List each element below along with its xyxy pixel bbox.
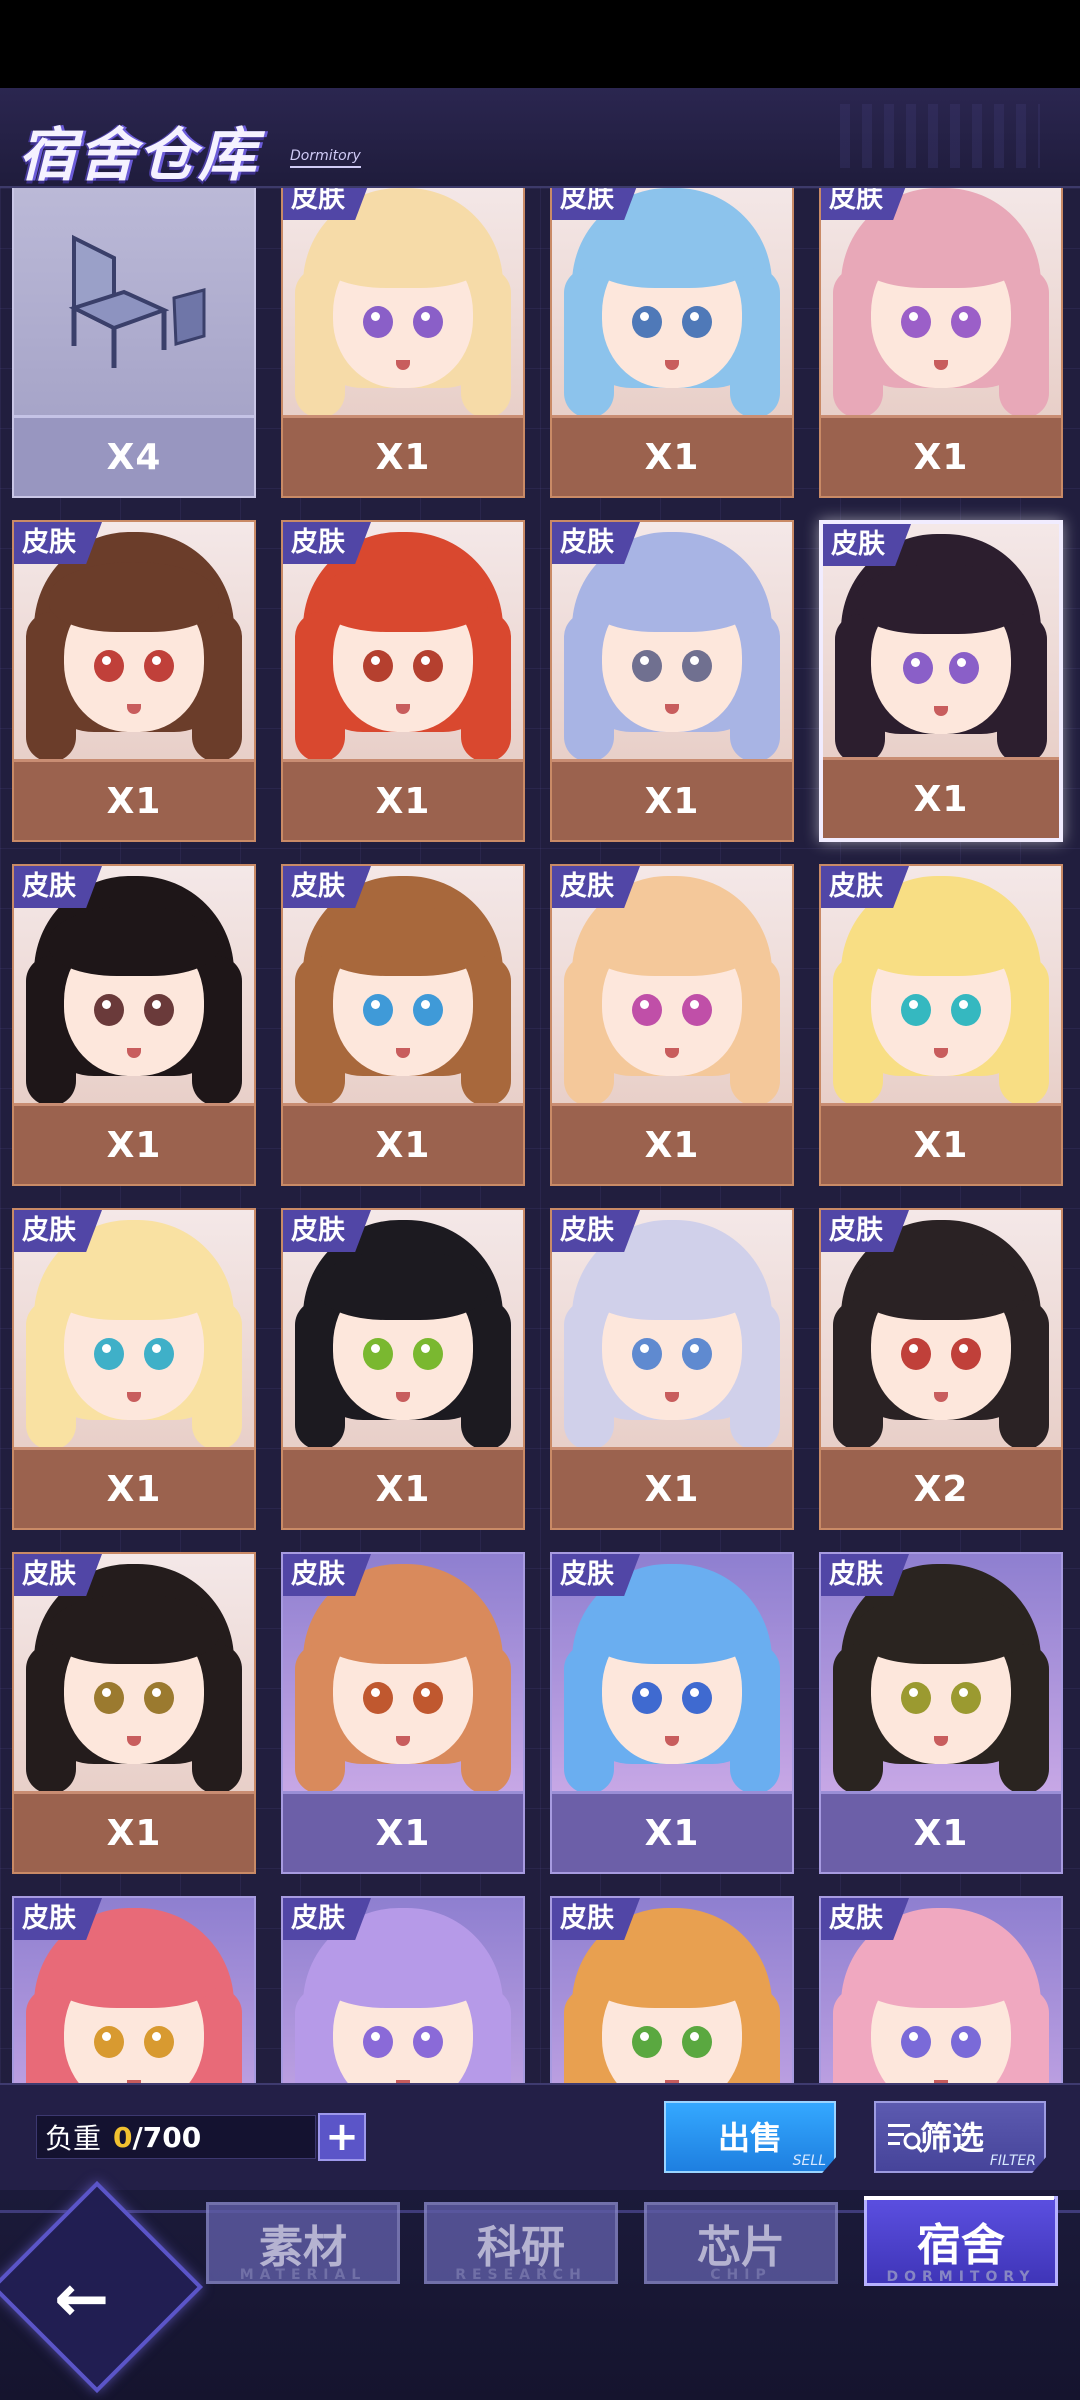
skin-portrait xyxy=(283,188,523,420)
tab-chip-label: 芯片 xyxy=(697,2222,785,2273)
item-quantity: X1 xyxy=(821,1791,1061,1872)
capacity-current: 0 xyxy=(113,2120,133,2154)
item-quantity: X2 xyxy=(821,1447,1061,1528)
skin-item-card[interactable]: 皮肤 xyxy=(281,1896,525,2083)
item-quantity: X1 xyxy=(821,1103,1061,1184)
skin-item-card[interactable]: 皮肤 X1 xyxy=(281,188,525,498)
item-quantity: X1 xyxy=(14,759,254,840)
skin-item-card[interactable]: 皮肤 X1 xyxy=(550,864,794,1186)
filter-button[interactable]: 筛选 FILTER xyxy=(874,2101,1046,2173)
header-decoration xyxy=(840,104,1040,168)
tab-dormitory-sub: DORMITORY xyxy=(886,2269,1036,2285)
skin-item-card[interactable]: 皮肤 X1 xyxy=(281,520,525,842)
filter-icon xyxy=(888,2124,924,2153)
skin-item-card[interactable]: 皮肤 X1 xyxy=(819,188,1063,498)
capacity-display: 负重 0 /700 xyxy=(36,2115,316,2159)
item-quantity: X1 xyxy=(283,1447,523,1528)
tab-chip-sub: CHIP xyxy=(710,2267,772,2283)
tab-research-label: 科研 xyxy=(477,2222,565,2273)
skin-item-card[interactable]: 皮肤 xyxy=(12,1896,256,2083)
skin-item-card[interactable]: 皮肤 xyxy=(819,1896,1063,2083)
skin-item-card[interactable]: 皮肤 X1 xyxy=(550,1208,794,1530)
skin-item-card[interactable]: 皮肤 X1 xyxy=(281,864,525,1186)
expand-capacity-button[interactable]: + xyxy=(318,2113,366,2161)
tab-dormitory[interactable]: 宿舍 DORMITORY xyxy=(864,2196,1058,2286)
skin-portrait xyxy=(552,188,792,420)
skin-item-card[interactable]: 皮肤 X1 xyxy=(819,520,1063,842)
active-tab-indicator xyxy=(864,2196,1054,2200)
item-quantity: X1 xyxy=(552,1791,792,1872)
page-title: 宿舍仓库 xyxy=(18,121,259,189)
filter-button-sub: FILTER xyxy=(989,2153,1036,2169)
item-quantity: X1 xyxy=(552,1103,792,1184)
back-arrow-icon: ← xyxy=(54,2260,110,2337)
skin-item-card[interactable]: 皮肤 X1 xyxy=(550,1552,794,1874)
skin-portrait xyxy=(821,188,1061,420)
skin-item-card[interactable]: 皮肤 X1 xyxy=(819,864,1063,1186)
tab-research[interactable]: 科研 RESEARCH xyxy=(424,2202,618,2284)
item-quantity: X1 xyxy=(821,415,1061,496)
skin-item-card[interactable]: 皮肤 xyxy=(550,1896,794,2083)
tab-material-label: 素材 xyxy=(259,2222,347,2273)
tab-material[interactable]: 素材 MATERIAL xyxy=(206,2202,400,2284)
skin-item-card[interactable]: 皮肤 X1 xyxy=(12,520,256,842)
sell-button[interactable]: 出售 SELL xyxy=(664,2101,836,2173)
item-quantity: X1 xyxy=(14,1791,254,1872)
chair-icon xyxy=(14,188,254,420)
item-quantity: X1 xyxy=(552,415,792,496)
capacity-label: 负重 xyxy=(45,2122,102,2155)
header: 宿舍仓库 Dormitory xyxy=(0,88,1080,192)
skin-item-card[interactable]: 皮肤 X1 xyxy=(550,188,794,498)
item-quantity: X4 xyxy=(14,415,254,496)
tab-chip[interactable]: 芯片 CHIP xyxy=(644,2202,838,2284)
skin-item-card[interactable]: 皮肤 X1 xyxy=(281,1552,525,1874)
item-quantity: X1 xyxy=(552,759,792,840)
bottom-nav: ← 素材 MATERIAL 科研 RESEARCH 芯片 CHIP 宿舍 DOR… xyxy=(0,2180,1080,2400)
item-grid: X4 皮肤 X1 皮肤 X1 皮肤 X1 皮肤 X1 皮肤 X1 皮肤 X1 皮肤 X1 皮肤 X1 皮肤 X1 皮肤… xyxy=(12,188,1072,2083)
skin-item-card[interactable]: 皮肤 X1 xyxy=(819,1552,1063,1874)
status-bar xyxy=(0,0,1080,88)
furniture-item-card[interactable]: X4 xyxy=(12,188,256,498)
item-grid-area[interactable]: X4 皮肤 X1 皮肤 X1 皮肤 X1 皮肤 X1 皮肤 X1 皮肤 X1 皮肤 X1 皮肤 X1 皮肤 X1 皮肤… xyxy=(0,188,1080,2083)
item-quantity: X1 xyxy=(14,1103,254,1184)
item-quantity: X1 xyxy=(283,415,523,496)
skin-item-card[interactable]: 皮肤 X2 xyxy=(819,1208,1063,1530)
tab-dormitory-label: 宿舍 xyxy=(917,2220,1005,2271)
item-quantity: X1 xyxy=(283,759,523,840)
skin-item-card[interactable]: 皮肤 X1 xyxy=(550,520,794,842)
skin-item-card[interactable]: 皮肤 X1 xyxy=(12,864,256,1186)
item-quantity: X1 xyxy=(14,1447,254,1528)
tab-material-sub: MATERIAL xyxy=(239,2267,367,2283)
item-quantity: X1 xyxy=(552,1447,792,1528)
capacity-max: /700 xyxy=(132,2120,202,2154)
item-quantity: X1 xyxy=(283,1103,523,1184)
skin-item-card[interactable]: 皮肤 X1 xyxy=(12,1552,256,1874)
skin-item-card[interactable]: 皮肤 X1 xyxy=(12,1208,256,1530)
item-quantity: X1 xyxy=(283,1791,523,1872)
skin-item-card[interactable]: 皮肤 X1 xyxy=(281,1208,525,1530)
sell-button-sub: SELL xyxy=(792,2153,826,2169)
bottom-panel: 负重 0 /700 + 出售 SELL 筛选 FILTER xyxy=(0,2083,1080,2192)
tab-research-sub: RESEARCH xyxy=(455,2267,587,2283)
page-subtitle: Dormitory xyxy=(290,148,361,168)
item-quantity: X1 xyxy=(823,757,1059,838)
